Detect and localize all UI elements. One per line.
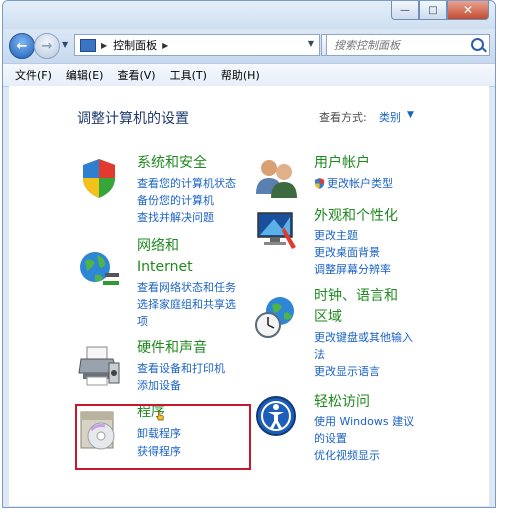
category-title[interactable]: 时钟、语言和 [314,286,398,307]
close-button[interactable]: ✕ [447,1,489,20]
menu-bar: 文件(F) 编辑(E) 查看(V) 工具(T) 帮助(H) [3,63,495,87]
menu-edit[interactable]: 编辑(E) [59,67,111,83]
caption-buttons: — □ ✕ [391,1,489,20]
link-troubleshoot[interactable]: 查找并解决问题 [137,209,214,226]
control-panel-icon [80,38,96,52]
category-user-accounts: 用户帐户 更改帐户类型 [254,153,464,206]
control-panel-window: — □ ✕ ← → ▼ ▶ 控制面板 ▶ ▼ ⟳ 文件(F) 编辑(E) 查看(… [2,0,496,508]
link-homegroup-sharing[interactable]: 选择家庭组和共享选 [137,296,236,313]
view-by-caret-icon[interactable]: ▼ [407,110,414,120]
link-add-device[interactable]: 添加设备 [137,377,181,394]
search-input[interactable] [332,37,464,53]
title-bar: — □ ✕ [3,1,495,29]
category-title[interactable]: 用户帐户 [314,153,370,174]
ease-of-access-icon[interactable] [254,394,298,438]
breadcrumb-chevron-icon[interactable]: ▶ [162,41,168,50]
navigation-bar: ← → ▼ ▶ 控制面板 ▶ ▼ ⟳ [3,29,495,63]
link-change-theme[interactable]: 更改主题 [314,227,358,244]
content-area: 调整计算机的设置 查看方式: 类别 ▼ 系统和安全 查看您的计算机状态 备份您的… [9,86,489,506]
category-title[interactable]: 硬件和声音 [137,338,207,359]
link-adjust-screen-resolution[interactable]: 调整屏幕分辨率 [314,261,391,278]
link-view-computer-status[interactable]: 查看您的计算机状态 [137,175,236,192]
category-hardware-sound: 硬件和声音 查看设备和打印机 添加设备 [77,338,267,397]
back-button[interactable]: ← [9,33,35,59]
category-title-line2[interactable]: Internet [137,257,193,278]
address-dropdown-icon[interactable]: ▼ [308,39,314,48]
menu-file[interactable]: 文件(F) [8,67,59,83]
address-bar[interactable]: ▶ 控制面板 ▶ ▼ [74,34,320,56]
category-title[interactable]: 外观和个性化 [314,206,398,227]
category-title[interactable]: 系统和安全 [137,153,207,174]
search-icon[interactable] [471,38,484,51]
link-optimize-visual-display[interactable]: 优化视频显示 [314,447,380,464]
category-system-security: 系统和安全 查看您的计算机状态 备份您的计算机 查找并解决问题 [77,153,267,236]
minimize-button[interactable]: — [391,1,419,20]
users-icon[interactable] [254,156,298,200]
menu-tools[interactable]: 工具(T) [163,67,214,83]
link-change-display-language[interactable]: 更改显示语言 [314,363,380,380]
link-change-keyboard-input-cont[interactable]: 法 [314,346,325,363]
category-appearance: 外观和个性化 更改主题 更改桌面背景 调整屏幕分辨率 [254,207,464,277]
link-backup-computer[interactable]: 备份您的计算机 [137,192,214,209]
hand-cursor-icon [156,411,164,421]
link-view-network-status[interactable]: 查看网络状态和任务 [137,279,236,296]
forward-button[interactable]: → [34,33,60,59]
view-by-dropdown[interactable]: 类别 [379,109,401,125]
page-title: 调整计算机的设置 [77,111,189,127]
maximize-button[interactable]: □ [419,1,447,20]
menu-view[interactable]: 查看(V) [110,67,162,83]
link-view-devices-printers[interactable]: 查看设备和打印机 [137,360,225,377]
shield-icon[interactable] [77,156,121,200]
link-change-desktop-background[interactable]: 更改桌面背景 [314,244,380,261]
link-windows-suggest-settings-cont[interactable]: 的设置 [314,430,347,447]
category-network-internet: 网络和 Internet 查看网络状态和任务 选择家庭组和共享选 项 [77,236,267,331]
category-ease-of-access: 轻松访问 使用 Windows 建议 的设置 优化视频显示 [254,394,464,464]
menu-help[interactable]: 帮助(H) [214,67,267,83]
category-title[interactable]: 轻松访问 [314,392,370,413]
category-title-line2[interactable]: 区域 [314,307,342,328]
breadcrumb-separator-icon[interactable]: ▶ [101,41,107,50]
category-title[interactable]: 网络和 [137,236,179,257]
search-box[interactable] [326,34,490,56]
network-globe-icon[interactable] [77,247,121,291]
recent-pages-dropdown[interactable]: ▼ [62,40,68,49]
view-by-label: 查看方式: [319,111,367,124]
link-change-keyboard-input[interactable]: 更改键盘或其他输入 [314,329,413,346]
link-windows-suggest-settings[interactable]: 使用 Windows 建议 [314,413,414,430]
link-change-account-type[interactable]: 更改帐户类型 [327,175,393,192]
printer-icon[interactable] [77,343,121,387]
clock-globe-icon[interactable] [254,295,298,339]
category-clock-language-region: 时钟、语言和 区域 更改键盘或其他输入 法 更改显示语言 [254,286,464,381]
uac-shield-icon [314,178,325,189]
breadcrumb-control-panel[interactable]: 控制面板 [113,37,157,53]
link-homegroup-sharing-cont[interactable]: 项 [137,313,148,330]
